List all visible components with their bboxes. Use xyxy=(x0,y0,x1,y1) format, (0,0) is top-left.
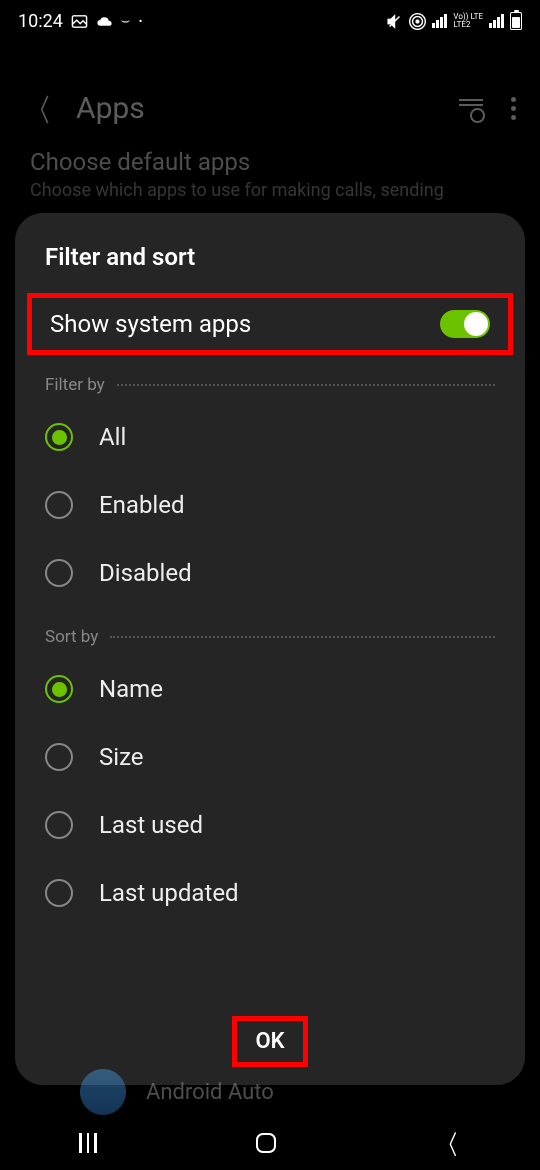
radio-label: Last used xyxy=(99,811,203,839)
ok-button-highlight: OK xyxy=(232,1016,307,1067)
show-system-apps-toggle[interactable] xyxy=(440,310,490,338)
filter-sort-dialog: Filter and sort Show system apps Filter … xyxy=(15,213,525,1085)
radio-icon xyxy=(45,675,73,703)
nav-bar: 〈 xyxy=(0,1116,540,1170)
radio-icon xyxy=(45,811,73,839)
radio-label: Enabled xyxy=(99,491,185,519)
signal-icon-2 xyxy=(489,14,504,28)
notification-dot-icon: · xyxy=(138,11,143,31)
sort-option-last-updated[interactable]: Last updated xyxy=(15,859,525,927)
ok-button[interactable]: OK xyxy=(255,1029,284,1054)
android-auto-icon xyxy=(80,1069,126,1115)
filter-by-label: Filter by xyxy=(15,355,525,403)
nav-home-button[interactable] xyxy=(256,1133,276,1153)
sort-option-last-used[interactable]: Last used xyxy=(15,791,525,859)
radio-icon xyxy=(45,559,73,587)
background-app-row: Android Auto xyxy=(80,1069,274,1115)
mute-icon xyxy=(386,13,403,30)
radio-icon xyxy=(45,743,73,771)
status-right: Vo)) LTE LTE2 xyxy=(386,12,522,30)
radio-icon xyxy=(45,423,73,451)
status-bar: 10:24 ⌣ · Vo)) LTE LTE2 xyxy=(0,0,540,42)
radio-icon xyxy=(45,491,73,519)
radio-label: All xyxy=(99,423,126,451)
signal-icon-1 xyxy=(432,14,447,28)
background-app-name: Android Auto xyxy=(146,1080,274,1105)
radio-label: Disabled xyxy=(99,559,192,587)
smile-icon: ⌣ xyxy=(121,13,130,29)
dialog-title: Filter and sort xyxy=(15,243,525,293)
filter-option-all[interactable]: All xyxy=(15,403,525,471)
sort-option-size[interactable]: Size xyxy=(15,723,525,791)
lte-indicator: Vo)) LTE LTE2 xyxy=(453,13,483,29)
back-icon[interactable]: 〈 xyxy=(29,86,50,130)
nav-recent-button[interactable] xyxy=(79,1133,97,1153)
radio-label: Name xyxy=(99,675,163,703)
radio-icon xyxy=(45,879,73,907)
subtitle: Choose default apps xyxy=(30,148,510,176)
status-time: 10:24 xyxy=(18,11,63,32)
status-left: 10:24 ⌣ · xyxy=(18,11,143,32)
sort-option-name[interactable]: Name xyxy=(15,655,525,723)
page-title: Apps xyxy=(76,91,145,126)
radio-label: Last updated xyxy=(99,879,239,907)
filter-option-disabled[interactable]: Disabled xyxy=(15,539,525,607)
page-header: 〈 Apps xyxy=(0,42,540,148)
nav-back-button[interactable]: 〈 xyxy=(438,1125,456,1162)
hotspot-icon xyxy=(409,13,426,30)
gallery-icon xyxy=(71,13,88,30)
show-system-apps-row[interactable]: Show system apps xyxy=(27,293,513,355)
page-subtitle-block: Choose default apps Choose which apps to… xyxy=(0,148,540,201)
cloud-icon xyxy=(96,13,113,30)
subtitle-description: Choose which apps to use for making call… xyxy=(30,180,510,201)
show-system-apps-label: Show system apps xyxy=(50,310,251,338)
filter-search-icon[interactable] xyxy=(459,99,483,117)
sort-by-label: Sort by xyxy=(15,607,525,655)
radio-label: Size xyxy=(99,743,144,771)
more-icon[interactable] xyxy=(511,97,516,120)
filter-option-enabled[interactable]: Enabled xyxy=(15,471,525,539)
battery-icon xyxy=(510,12,522,30)
